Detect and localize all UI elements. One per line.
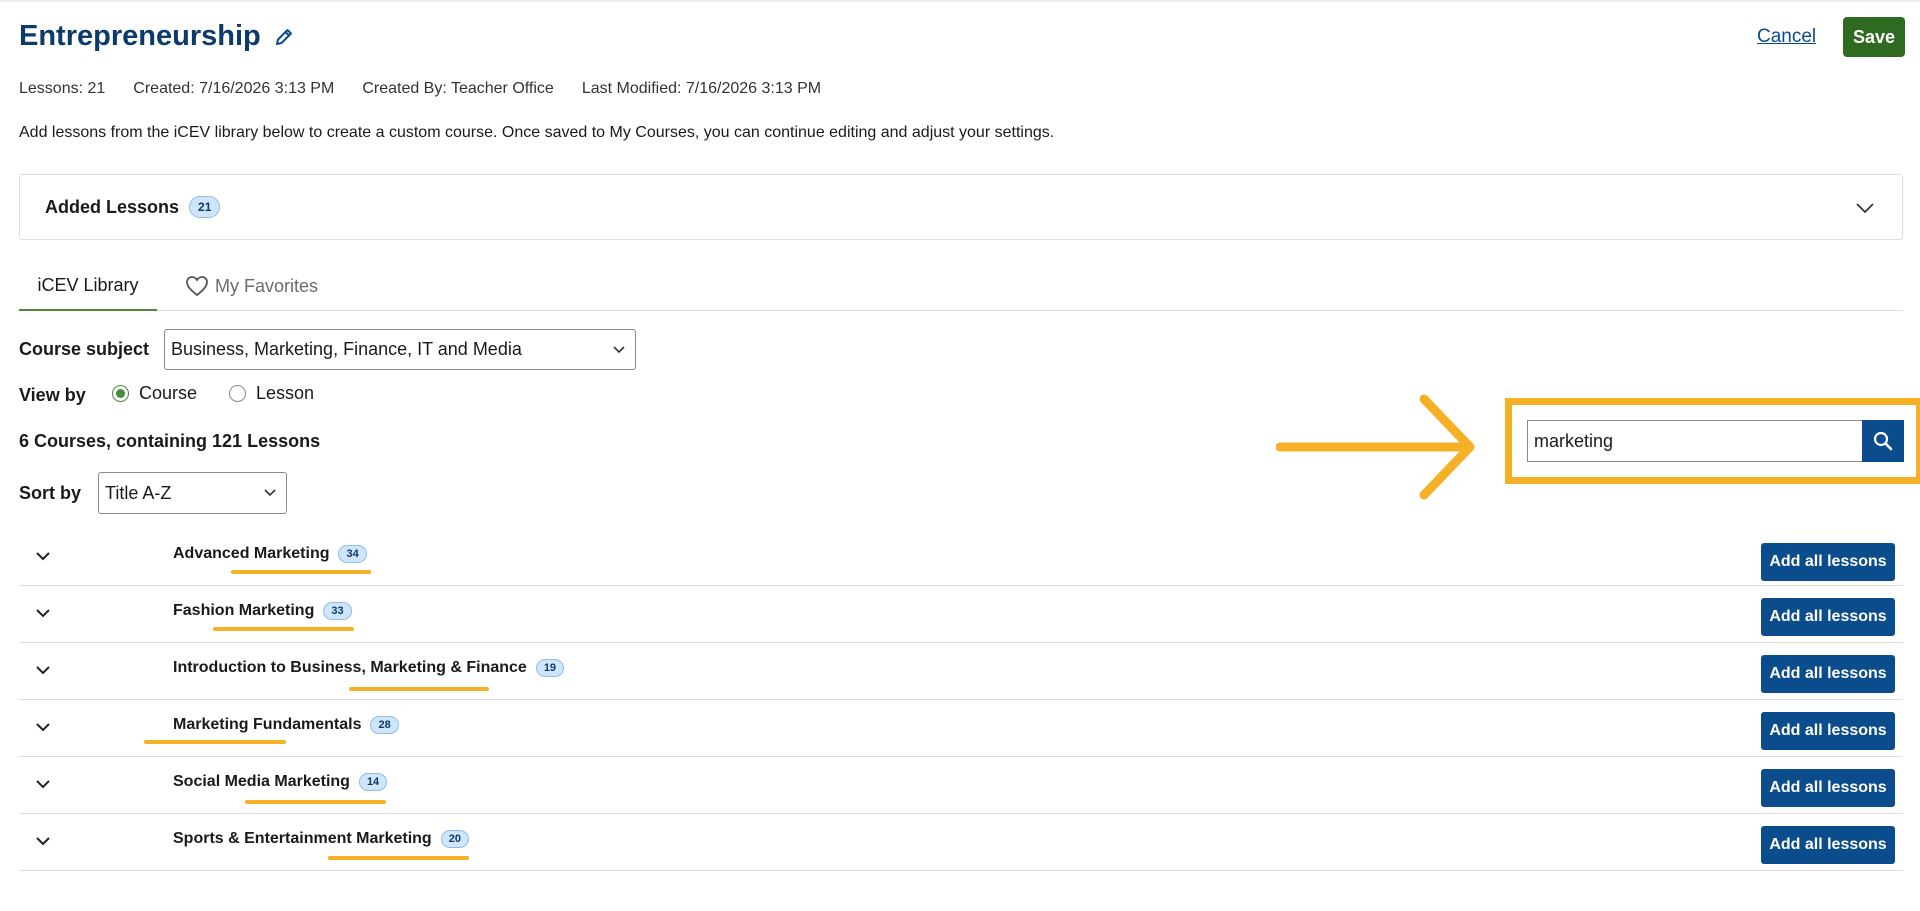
- course-row: Advanced Marketing 34 Add all lessons: [19, 529, 1903, 586]
- view-by-course-radio[interactable]: Course: [112, 383, 197, 404]
- sort-by-select[interactable]: Title A-Z: [98, 472, 287, 514]
- added-lessons-label: Added Lessons: [45, 196, 180, 217]
- tab-icev-library[interactable]: iCEV Library: [19, 262, 157, 311]
- course-name: Advanced Marketing: [173, 545, 330, 562]
- tab-my-favorites[interactable]: My Favorites: [185, 262, 318, 310]
- lesson-count-badge: 34: [338, 545, 367, 563]
- lesson-count-badge: 14: [358, 773, 388, 791]
- lesson-count-text: Lessons: 21: [19, 80, 106, 97]
- added-lessons-count-badge: 21: [189, 196, 221, 218]
- course-name-wrap: Fashion Marketing 33: [173, 602, 352, 620]
- chevron-down-icon[interactable]: [32, 716, 54, 738]
- sort-by-label: Sort by: [19, 483, 82, 503]
- highlight-underline: [245, 800, 386, 804]
- view-by-label: View by: [19, 385, 86, 405]
- radio-label-course: Course: [139, 383, 198, 403]
- course-row: Social Media Marketing 14 Add all lesson…: [19, 757, 1903, 814]
- add-all-lessons-button[interactable]: Add all lessons: [1761, 769, 1895, 807]
- add-all-lessons-button[interactable]: Add all lessons: [1761, 543, 1895, 581]
- course-name-wrap: Sports & Entertainment Marketing 20: [173, 830, 469, 848]
- sort-value: Title A-Z: [105, 482, 172, 503]
- course-meta: Lessons: 21 Created: 7/16/2026 3:13 PM C…: [19, 80, 849, 98]
- last-modified-text: Last Modified: 7/16/2026 3:13 PM: [581, 80, 822, 97]
- heart-icon: [186, 276, 208, 297]
- course-subject-label: Course subject: [19, 339, 150, 359]
- course-row: Sports & Entertainment Marketing 20 Add …: [19, 814, 1903, 871]
- course-row: Marketing Fundamentals 28 Add all lesson…: [19, 700, 1903, 757]
- save-button[interactable]: Save: [1843, 17, 1905, 57]
- tab-label: iCEV Library: [37, 275, 139, 295]
- course-name: Fashion Marketing: [173, 602, 315, 619]
- course-subject-value: Business, Marketing, Finance, IT and Med…: [171, 339, 522, 359]
- library-tabs: iCEV Library My Favorites: [19, 262, 1903, 311]
- search-icon: [1873, 431, 1893, 451]
- lesson-count-badge: 20: [440, 830, 469, 848]
- tab-label: My Favorites: [215, 275, 319, 296]
- annotation-arrow-icon: [1276, 394, 1475, 500]
- chevron-down-icon[interactable]: [1854, 197, 1876, 219]
- chevron-down-icon[interactable]: [32, 545, 54, 567]
- lesson-count-badge: 19: [535, 659, 565, 677]
- top-divider: [0, 0, 1920, 2]
- course-name-wrap: Marketing Fundamentals 28: [173, 716, 399, 734]
- pencil-icon[interactable]: [273, 26, 295, 48]
- highlight-underline: [328, 856, 469, 860]
- add-all-lessons-button[interactable]: Add all lessons: [1761, 826, 1895, 864]
- course-name-wrap: Social Media Marketing 14: [173, 773, 388, 791]
- search-input[interactable]: [1527, 420, 1863, 462]
- added-lessons-panel[interactable]: Added Lessons 21: [19, 174, 1903, 240]
- course-subject-select[interactable]: Business, Marketing, Finance, IT and Med…: [164, 329, 636, 370]
- chevron-down-icon: [264, 489, 276, 497]
- radio-selected-icon: [112, 385, 129, 402]
- chevron-down-icon[interactable]: [32, 773, 54, 795]
- lesson-count-badge: 28: [370, 716, 399, 734]
- created-by-text: Created By: Teacher Office: [362, 80, 554, 97]
- radio-label-lesson: Lesson: [256, 383, 315, 403]
- chevron-down-icon: [613, 345, 625, 353]
- course-name-wrap: Advanced Marketing 34: [173, 545, 367, 563]
- radio-unselected-icon: [229, 385, 246, 402]
- add-all-lessons-button[interactable]: Add all lessons: [1761, 598, 1895, 636]
- created-text: Created: 7/16/2026 3:13 PM: [133, 80, 335, 97]
- course-name: Introduction to Business, Marketing & Fi…: [173, 659, 527, 676]
- course-title: Entrepreneurship: [19, 20, 261, 52]
- course-row: Fashion Marketing 33 Add all lessons: [19, 586, 1903, 643]
- chevron-down-icon[interactable]: [32, 602, 54, 624]
- search-button[interactable]: [1862, 420, 1904, 462]
- add-all-lessons-button[interactable]: Add all lessons: [1761, 655, 1895, 693]
- chevron-down-icon[interactable]: [32, 659, 54, 681]
- highlight-underline: [349, 687, 489, 691]
- course-name: Marketing Fundamentals: [173, 716, 362, 733]
- course-name: Social Media Marketing: [173, 773, 350, 790]
- highlight-underline: [231, 570, 371, 574]
- highlight-underline: [144, 740, 286, 744]
- page-title: Entrepreneurship: [19, 20, 295, 53]
- view-by-lesson-radio[interactable]: Lesson: [229, 383, 314, 404]
- course-name: Sports & Entertainment Marketing: [173, 830, 432, 847]
- add-all-lessons-button[interactable]: Add all lessons: [1761, 712, 1895, 750]
- highlight-underline: [213, 627, 354, 631]
- results-summary: 6 Courses, containing 121 Lessons: [19, 431, 321, 451]
- page-description: Add lessons from the iCEV library below …: [19, 124, 1055, 141]
- course-row: Introduction to Business, Marketing & Fi…: [19, 643, 1903, 700]
- cancel-link[interactable]: Cancel: [1757, 26, 1816, 48]
- chevron-down-icon[interactable]: [32, 830, 54, 852]
- lesson-count-badge: 33: [323, 602, 352, 620]
- course-name-wrap: Introduction to Business, Marketing & Fi…: [173, 659, 565, 677]
